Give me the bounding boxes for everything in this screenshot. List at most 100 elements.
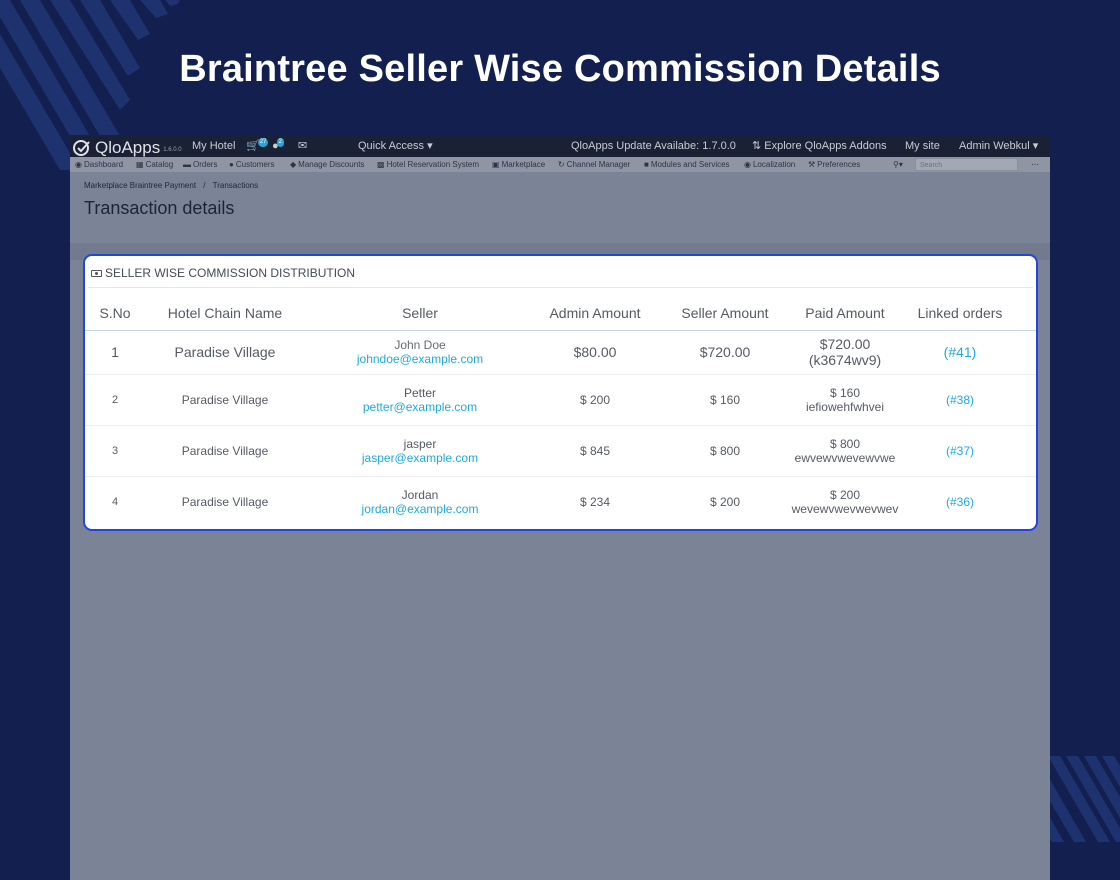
seller-email-link[interactable]: jasper@example.com bbox=[362, 451, 478, 465]
linked-order-link[interactable]: (#38) bbox=[905, 374, 1015, 425]
quick-access-label: Quick Access bbox=[358, 140, 425, 152]
my-hotel-link[interactable]: My Hotel bbox=[192, 135, 235, 157]
menu-preferences[interactable]: ⚒ Preferences bbox=[808, 157, 860, 172]
menu-label: Marketplace bbox=[501, 160, 546, 169]
menu-label: Localization bbox=[752, 160, 796, 169]
seller-cell: Petter petter@example.com bbox=[325, 374, 515, 425]
puzzle-icon: ■ bbox=[644, 160, 649, 169]
sno: 4 bbox=[111, 495, 119, 508]
admin-amount: $80.00 bbox=[573, 344, 617, 360]
refresh-icon: ↻ bbox=[558, 160, 565, 169]
admin-amount: $ 234 bbox=[579, 494, 611, 509]
menu-label: Manage Discounts bbox=[298, 160, 365, 169]
linked-order-link[interactable]: (#37) bbox=[905, 425, 1015, 476]
menu-hotel-reservation[interactable]: ▩ Hotel Reservation System bbox=[377, 157, 479, 172]
seller-cell: John Doe johndoe@example.com bbox=[325, 330, 515, 374]
seller-email-link[interactable]: johndoe@example.com bbox=[357, 352, 483, 366]
menu-customers[interactable]: ● Customers bbox=[229, 157, 275, 172]
caret-down-icon: ▾ bbox=[424, 140, 433, 152]
table-row: 4 Paradise Village Jordan jordan@example… bbox=[85, 476, 1036, 527]
menu-channel-manager[interactable]: ↻ Channel Manager bbox=[558, 157, 630, 172]
tag-icon: ◆ bbox=[290, 160, 297, 169]
seller-amount: $720.00 bbox=[699, 344, 751, 360]
search-icon: ⚲▾ bbox=[893, 160, 903, 169]
menu-label: Customers bbox=[235, 160, 275, 169]
hotel-chain-name: Paradise Village bbox=[181, 392, 269, 407]
col-hotel-chain: Hotel Chain Name bbox=[167, 305, 283, 321]
sno: 2 bbox=[111, 393, 119, 406]
col-seller: Seller bbox=[402, 305, 438, 321]
customer-notifications[interactable]: ●2 bbox=[272, 135, 286, 157]
hotel-chain-name: Paradise Village bbox=[181, 494, 269, 509]
dashboard-icon: ◉ bbox=[75, 160, 82, 169]
admin-amount: $ 200 bbox=[579, 392, 611, 407]
menu-label: Channel Manager bbox=[566, 160, 631, 169]
page-title: Transaction details bbox=[84, 198, 235, 218]
seller-email-link[interactable]: jordan@example.com bbox=[362, 502, 479, 516]
seller-amount: $ 800 bbox=[709, 443, 741, 458]
linked-order-link[interactable]: (#41) bbox=[905, 330, 1015, 374]
cart-badge: 27 bbox=[257, 138, 269, 147]
logo-text: QloApps bbox=[95, 138, 161, 157]
paid-amount-cell: $ 800 ewvewvwevewvwe bbox=[785, 425, 905, 476]
seller-email-link[interactable]: petter@example.com bbox=[363, 400, 477, 414]
sno: 1 bbox=[111, 344, 119, 360]
admin-topbar: QloApps 1.6.0.0 My Hotel 🛒27 ●2 ✉ Quick … bbox=[70, 135, 1050, 157]
my-site-link[interactable]: My site bbox=[905, 135, 940, 157]
linked-order-link[interactable]: (#36) bbox=[905, 476, 1015, 527]
panel-heading: SELLER WISE COMMISSION DISTRIBUTION bbox=[91, 266, 355, 280]
admin-user-menu[interactable]: Admin Webkul ▾ bbox=[959, 135, 1038, 157]
divider bbox=[88, 287, 1033, 288]
globe-icon: ◉ bbox=[744, 160, 751, 169]
money-icon bbox=[91, 269, 102, 277]
menu-marketplace[interactable]: ▣ Marketplace bbox=[492, 157, 545, 172]
wrench-icon: ⚒ bbox=[808, 160, 816, 169]
quick-access-dropdown[interactable]: Quick Access ▾ bbox=[358, 135, 433, 157]
search-input[interactable]: Search bbox=[915, 158, 1018, 171]
table-row: 1 Paradise Village John Doe johndoe@exam… bbox=[85, 330, 1036, 375]
menu-dashboard[interactable]: ◉ Dashboard bbox=[75, 157, 123, 172]
page-header: Marketplace Braintree Payment / Transact… bbox=[70, 172, 1050, 243]
paid-amount: $720.00 bbox=[819, 336, 871, 352]
menu-localization[interactable]: ◉ Localization bbox=[744, 157, 795, 172]
menu-label: Orders bbox=[193, 160, 218, 169]
seller-cell: jasper jasper@example.com bbox=[325, 425, 515, 476]
menu-label: Hotel Reservation System bbox=[386, 160, 480, 169]
menu-orders[interactable]: ▬ Orders bbox=[183, 157, 217, 172]
col-admin-amount: Admin Amount bbox=[549, 305, 641, 321]
paid-amount-cell: $ 160 iefiowehfwhvei bbox=[785, 374, 905, 425]
seller-cell: Jordan jordan@example.com bbox=[325, 476, 515, 527]
menu-manage-discounts[interactable]: ◆ Manage Discounts bbox=[290, 157, 364, 172]
seller-name: John Doe bbox=[394, 338, 446, 352]
paid-amount: $ 200 bbox=[829, 487, 861, 502]
menu-modules[interactable]: ■ Modules and Services bbox=[644, 157, 730, 172]
breadcrumb-parent[interactable]: Marketplace Braintree Payment bbox=[84, 181, 196, 190]
envelope-icon[interactable]: ✉ bbox=[298, 135, 307, 157]
paid-transaction-id: iefiowehfwhvei bbox=[805, 399, 885, 414]
paid-amount-cell: $720.00 (k3674wv9) bbox=[785, 330, 905, 374]
caret-down-icon: ▾ bbox=[1029, 140, 1039, 152]
banner-title: Braintree Seller Wise Commission Details bbox=[179, 48, 941, 90]
explore-addons-link[interactable]: ⇅ Explore QloApps Addons bbox=[752, 135, 887, 157]
seller-name: Jordan bbox=[401, 487, 439, 502]
users-icon: ● bbox=[229, 160, 234, 169]
customer-badge: 2 bbox=[276, 138, 284, 147]
qloapps-logo-icon bbox=[73, 140, 90, 156]
commission-panel: SELLER WISE COMMISSION DISTRIBUTION S.No… bbox=[83, 254, 1038, 531]
more-icon[interactable]: ⋯ bbox=[1031, 157, 1039, 172]
breadcrumb-current[interactable]: Transactions bbox=[213, 181, 259, 190]
col-seller-amount: Seller Amount bbox=[681, 305, 769, 321]
menu-catalog[interactable]: ▦ Catalog bbox=[136, 157, 173, 172]
seller-name: jasper bbox=[403, 436, 437, 451]
menu-label: Modules and Services bbox=[650, 160, 730, 169]
paid-amount: $ 800 bbox=[829, 436, 861, 451]
update-notice[interactable]: QloApps Update Availabe: 1.7.0.0 bbox=[571, 135, 736, 157]
paid-transaction-id: ewvewvwevewvwe bbox=[794, 450, 896, 465]
col-sno: S.No bbox=[99, 305, 131, 321]
table-header: S.No Hotel Chain Name Seller Admin Amoun… bbox=[85, 296, 1036, 331]
refresh-icon: ⇅ bbox=[752, 140, 765, 152]
cart-notifications[interactable]: 🛒27 bbox=[246, 135, 270, 157]
search-scope-button[interactable]: ⚲▾ bbox=[893, 157, 903, 172]
decorative-stripes-bottom-right bbox=[1048, 756, 1120, 842]
admin-menu-bar: ◉ Dashboard ▦ Catalog ▬ Orders ● Customers ◆… bbox=[70, 157, 1050, 172]
